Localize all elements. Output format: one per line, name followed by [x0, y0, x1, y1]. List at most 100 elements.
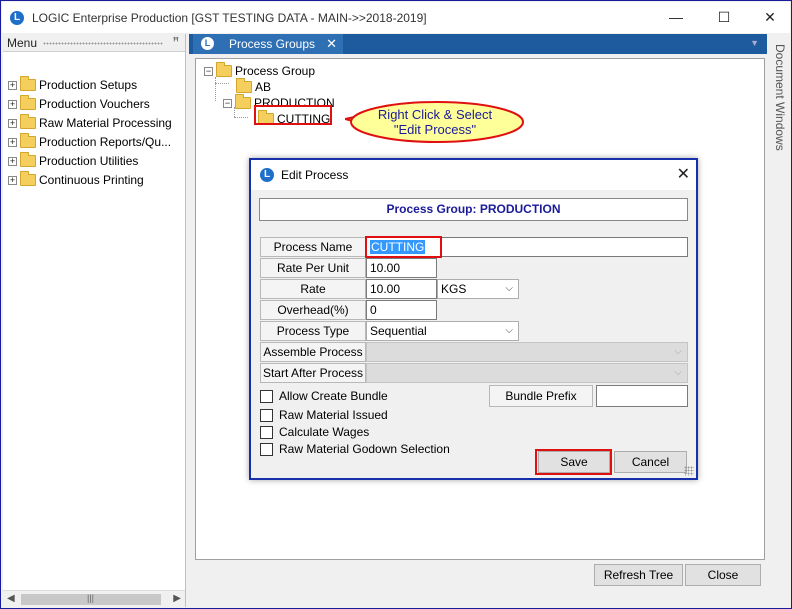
rate-unit-select[interactable]: KGS ⌵: [437, 279, 519, 299]
menu-item-continuous-printing[interactable]: + Continuous Printing: [8, 171, 144, 189]
expand-icon[interactable]: +: [8, 175, 17, 185]
resize-grip-icon[interactable]: [684, 466, 694, 476]
folder-icon: [20, 114, 36, 129]
tree-connector: [215, 77, 216, 101]
checkbox-label: Calculate Wages: [279, 425, 370, 439]
raw-material-godown-selection-checkbox[interactable]: Raw Material Godown Selection: [260, 441, 450, 457]
chevron-down-icon: ⌵: [674, 367, 682, 378]
scroll-right-icon[interactable]: ▶: [173, 593, 181, 604]
process-name-label: Process Name: [260, 237, 366, 257]
folder-icon: [20, 95, 36, 110]
document-windows-label: Document Windows: [773, 44, 787, 151]
menu-title: Menu: [7, 36, 38, 50]
checkbox-label: Raw Material Issued: [279, 408, 388, 422]
menu-item-label: Continuous Printing: [39, 173, 144, 187]
dialog-title-bar: L Edit Process ✕: [251, 160, 696, 190]
checkbox-box[interactable]: [260, 408, 273, 422]
process-type-value: Sequential: [370, 324, 427, 338]
tree-node-label: AB: [255, 80, 272, 94]
callout-line-2: "Edit Process": [393, 122, 477, 137]
start-after-process-select: ⌵: [366, 363, 688, 383]
checkbox-box[interactable]: [260, 389, 273, 403]
pin-icon[interactable]: ꟸ: [173, 35, 179, 48]
tree-connector: [234, 117, 248, 118]
maximize-button[interactable]: ☐: [702, 2, 746, 33]
process-type-select[interactable]: Sequential ⌵: [366, 321, 519, 341]
menu-horizontal-scrollbar[interactable]: ◀ ||| ▶: [3, 590, 185, 607]
menu-drag-grip[interactable]: [43, 42, 163, 45]
menu-item-production-utilities[interactable]: + Production Utilities: [8, 152, 138, 170]
tab-process-groups[interactable]: L Process Groups ✕: [193, 34, 343, 54]
checkbox-box[interactable]: [260, 442, 273, 456]
folder-icon: [20, 133, 36, 148]
folder-icon: [236, 78, 252, 93]
menu-item-label: Production Vouchers: [39, 97, 150, 111]
assemble-process-label: Assemble Process: [260, 342, 366, 362]
tab-logo-icon: L: [201, 37, 214, 50]
collapse-icon[interactable]: −: [223, 98, 232, 108]
cutting-highlight-box: [254, 105, 332, 125]
menu-item-production-reports[interactable]: + Production Reports/Qu...: [8, 133, 171, 151]
edit-process-dialog: L Edit Process ✕ Process Group: PRODUCTI…: [249, 158, 698, 480]
rate-label: Rate: [260, 279, 366, 299]
rate-per-unit-label: Rate Per Unit: [260, 258, 366, 278]
expand-icon[interactable]: +: [8, 118, 17, 128]
menu-item-label: Production Utilities: [39, 154, 139, 168]
collapse-icon[interactable]: −: [204, 66, 213, 76]
refresh-tree-button[interactable]: Refresh Tree: [594, 564, 683, 586]
allow-create-bundle-checkbox[interactable]: Allow Create Bundle: [260, 388, 388, 404]
cancel-button[interactable]: Cancel: [614, 451, 687, 473]
menu-header: Menu ꟸ: [3, 34, 185, 52]
menu-item-production-setups[interactable]: + Production Setups: [8, 76, 137, 94]
close-button[interactable]: Close: [685, 564, 761, 586]
rate-per-unit-input[interactable]: 10.00: [366, 258, 437, 278]
raw-material-issued-checkbox[interactable]: Raw Material Issued: [260, 407, 388, 423]
overhead-input[interactable]: 0: [366, 300, 437, 320]
close-window-button[interactable]: ✕: [748, 2, 792, 33]
expand-icon[interactable]: +: [8, 99, 17, 109]
start-after-process-label: Start After Process: [260, 363, 366, 383]
app-logo-icon: L: [10, 11, 24, 25]
folder-open-icon: [235, 94, 251, 109]
rate-unit-value: KGS: [441, 282, 467, 296]
calculate-wages-checkbox[interactable]: Calculate Wages: [260, 424, 369, 440]
menu-item-label: Production Setups: [39, 78, 138, 92]
expand-icon[interactable]: +: [8, 137, 17, 147]
tree-node-label: Process Group: [235, 64, 316, 78]
menu-item-label: Production Reports/Qu...: [39, 135, 172, 149]
expand-icon[interactable]: +: [8, 156, 17, 166]
folder-icon: [20, 171, 36, 186]
app-window: L LOGIC Enterprise Production [GST TESTI…: [0, 0, 792, 609]
menu-item-production-vouchers[interactable]: + Production Vouchers: [8, 95, 150, 113]
folder-open-icon: [216, 62, 232, 77]
checkbox-label: Allow Create Bundle: [279, 389, 388, 403]
process-type-label: Process Type: [260, 321, 366, 341]
tab-close-icon[interactable]: ✕: [326, 36, 337, 52]
tree-node-process-group[interactable]: − Process Group: [204, 62, 316, 79]
chevron-down-icon: ⌵: [674, 346, 682, 357]
callout-text: Right Click & Select "Edit Process": [345, 107, 525, 137]
menu-item-raw-material-processing[interactable]: + Raw Material Processing: [8, 114, 172, 132]
chevron-down-icon: ⌵: [505, 283, 513, 294]
menu-item-label: Raw Material Processing: [39, 116, 172, 130]
scroll-left-icon[interactable]: ◀: [7, 593, 15, 604]
assemble-process-select: ⌵: [366, 342, 688, 362]
callout-line-1: Right Click & Select: [377, 107, 493, 122]
expand-icon[interactable]: +: [8, 80, 17, 90]
bundle-prefix-input[interactable]: [596, 385, 688, 407]
bundle-prefix-label: Bundle Prefix: [489, 385, 593, 407]
instruction-callout: Right Click & Select "Edit Process": [345, 99, 525, 145]
scroll-grip-icon: |||: [87, 593, 95, 603]
rate-input[interactable]: 10.00: [366, 279, 437, 299]
checkbox-box[interactable]: [260, 425, 273, 439]
dialog-title: Edit Process: [281, 168, 349, 182]
document-windows-panel[interactable]: Document Windows: [769, 34, 791, 607]
dialog-logo-icon: L: [260, 168, 274, 182]
title-bar: L LOGIC Enterprise Production [GST TESTI…: [2, 2, 790, 33]
tab-label: Process Groups: [229, 37, 316, 51]
tab-list-dropdown-icon[interactable]: ▼: [750, 38, 759, 48]
tree-node-ab[interactable]: AB: [236, 78, 272, 95]
minimize-button[interactable]: —: [654, 2, 698, 33]
dialog-close-icon[interactable]: ✕: [677, 164, 690, 184]
tree-connector: [215, 83, 229, 84]
